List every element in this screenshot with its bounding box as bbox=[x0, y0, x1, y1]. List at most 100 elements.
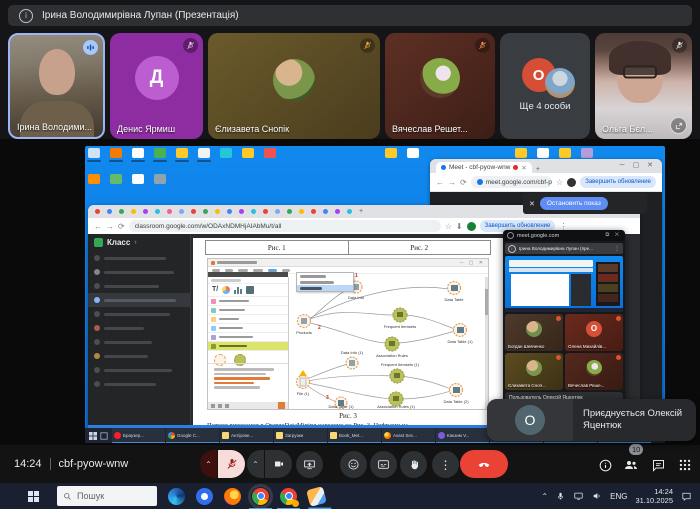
taskbar-app-icon[interactable] bbox=[196, 488, 213, 505]
red-marker-1: 1 bbox=[355, 273, 358, 279]
tile-olha[interactable]: Ольга Бєл... bbox=[595, 33, 692, 139]
search-placeholder: Пошук bbox=[77, 491, 104, 501]
meet-window: i Ірина Володимирівна Лупан (Презентація… bbox=[0, 0, 700, 509]
bookmark-star-icon: ☆ bbox=[556, 178, 563, 187]
present-screen-button[interactable] bbox=[296, 451, 323, 478]
orange-workflow-canvas: Products Data Info Frequent Itemsets Ass… bbox=[288, 277, 488, 409]
tile-yelyzaveta[interactable]: Єлизавета Снопік bbox=[208, 33, 380, 139]
taskbar-chrome2-icon[interactable] bbox=[280, 488, 297, 505]
class-icon bbox=[94, 238, 103, 247]
desktop-icon bbox=[242, 148, 254, 158]
desktop-icon bbox=[88, 148, 100, 158]
search-box[interactable]: Пошук bbox=[57, 486, 157, 506]
reload-icon: ⟳ bbox=[460, 178, 467, 187]
reactions-button[interactable] bbox=[340, 451, 367, 478]
figure-caption: Рис. 3 bbox=[193, 412, 503, 420]
taskbar-chrome-icon[interactable] bbox=[252, 488, 269, 505]
classroom-title: Класс bbox=[107, 238, 130, 247]
tile-more-people[interactable]: O Ще 4 особи bbox=[500, 33, 590, 139]
tile-iryna[interactable]: Ірина Володими... bbox=[8, 33, 105, 139]
taskbar-clock[interactable]: 14:24 31.10.2025 bbox=[635, 487, 673, 505]
favicon-dot bbox=[95, 209, 100, 214]
desktop-icon-label bbox=[197, 160, 211, 162]
taskbar-firefox-icon[interactable] bbox=[224, 488, 241, 505]
language-indicator[interactable]: ENG bbox=[610, 492, 627, 501]
sidebar-item bbox=[88, 279, 190, 293]
participant-name: Вячеслав Решет... bbox=[392, 124, 468, 134]
desktop-icon bbox=[264, 148, 276, 158]
tray-network-icon[interactable] bbox=[573, 491, 584, 501]
document-page: Рис. 1 Рис. 2 ─ ▢ ✕ bbox=[193, 238, 503, 425]
system-tray: ⌃ ENG 14:24 31.10.2025 bbox=[541, 483, 700, 509]
browser-toolbar: ← → ⟳ meet.google.com/cbf-pyow-wnw?authu… bbox=[430, 173, 662, 192]
site-icon bbox=[477, 179, 483, 185]
action-center-icon[interactable] bbox=[681, 491, 692, 502]
people-button[interactable] bbox=[622, 456, 640, 474]
meeting-details-button[interactable] bbox=[596, 456, 614, 474]
camera-button[interactable] bbox=[265, 450, 292, 478]
figure-caption: Рис. 1 bbox=[206, 241, 348, 254]
desktop-icon-label bbox=[175, 160, 189, 162]
activities-button[interactable] bbox=[676, 456, 694, 474]
favicon-dot bbox=[119, 209, 124, 214]
task-view-icon bbox=[100, 428, 108, 443]
title-text-bar bbox=[217, 261, 257, 264]
orange-titlebar: ─ ▢ ✕ bbox=[208, 259, 488, 267]
desktop-icon bbox=[132, 174, 144, 184]
desktop-icon bbox=[198, 148, 210, 158]
figure-table: Рис. 1 Рис. 2 bbox=[205, 240, 491, 255]
sidebar-item bbox=[88, 363, 190, 377]
toast-line: Приєднується Олексій bbox=[583, 408, 696, 420]
favicon-dot bbox=[239, 209, 244, 214]
pip-tiles: Богдан Шевченко O Олена Михайлів... Єлиз… bbox=[505, 314, 623, 390]
toast-text: Приєднується Олексій Яцентюк bbox=[573, 399, 696, 441]
tray-chevron-icon[interactable]: ⌃ bbox=[541, 492, 548, 501]
orange-dropdown-menu bbox=[296, 272, 354, 292]
desktop-icon bbox=[132, 148, 144, 158]
desktop-icon bbox=[581, 148, 593, 158]
favicon-dot bbox=[299, 209, 304, 214]
leave-call-button[interactable] bbox=[460, 450, 508, 478]
tray-date: 31.10.2025 bbox=[635, 496, 673, 505]
widget-description-box bbox=[208, 363, 288, 402]
join-notification: O Приєднується Олексій Яцентюк bbox=[487, 399, 696, 441]
tab-meet: Meet - cbf-pyow-wnw ✕ bbox=[436, 162, 532, 173]
site-icon bbox=[507, 232, 514, 239]
chat-button[interactable] bbox=[649, 456, 667, 474]
mic-button-muted[interactable] bbox=[218, 450, 245, 478]
tray-mic-icon[interactable] bbox=[556, 491, 565, 502]
tile-denys[interactable]: Д Денис Ярмиш bbox=[110, 33, 203, 139]
taskbar-edge-icon[interactable] bbox=[168, 488, 185, 505]
orange-statusbar bbox=[208, 402, 288, 409]
profile-avatar bbox=[467, 222, 476, 231]
info-icon: i bbox=[19, 9, 33, 23]
tile-vyacheslav[interactable]: Вячеслав Решет... bbox=[385, 33, 495, 139]
tab-close-icon: ✕ bbox=[521, 164, 526, 172]
pip-participant-name: Єлизавета Сноп... bbox=[508, 383, 546, 388]
tray-volume-icon[interactable] bbox=[592, 491, 602, 501]
svg-text:Data Table: Data Table bbox=[444, 297, 464, 302]
favicon-dot bbox=[203, 209, 208, 214]
taskbar-app: Загрузки bbox=[274, 428, 327, 443]
raise-hand-button[interactable] bbox=[400, 451, 427, 478]
orange-widget-panel: T/ bbox=[208, 277, 289, 409]
video-placeholder bbox=[39, 49, 75, 95]
desktop-icon-label bbox=[87, 160, 101, 162]
sidebar-item bbox=[88, 349, 190, 363]
captions-button[interactable] bbox=[370, 451, 397, 478]
back-icon: ← bbox=[94, 222, 102, 231]
participant-name: Ольга Бєл... bbox=[602, 124, 653, 134]
taskbar-app: Avast Sec... bbox=[382, 428, 435, 443]
bookmark-star-icon: ☆ bbox=[445, 222, 452, 231]
close-icon: ✕ bbox=[529, 200, 535, 208]
info-icon: i bbox=[508, 245, 516, 253]
avatar bbox=[545, 68, 575, 98]
sidebar-item bbox=[88, 377, 190, 391]
pip-share-thumbnail bbox=[505, 256, 623, 312]
more-options-button[interactable]: ⋮ bbox=[432, 451, 459, 478]
stop-presenting-bar: ✕ Остановить показ bbox=[523, 193, 647, 214]
start-button[interactable] bbox=[28, 491, 39, 502]
taskbar-app-icon[interactable] bbox=[306, 486, 327, 507]
participant-name: Денис Ярмиш bbox=[117, 124, 175, 134]
pip-participant-name: Олена Михайлів... bbox=[568, 344, 606, 349]
